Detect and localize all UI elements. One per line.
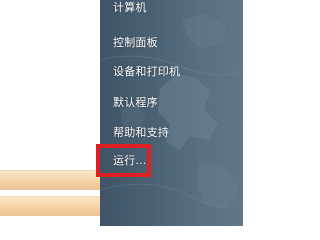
menu-item-help-and-support[interactable]: 帮助和支持: [113, 124, 169, 140]
run-highlight-box: [96, 144, 151, 177]
program-list-item[interactable]: [0, 196, 100, 216]
menu-item-computer[interactable]: 计算机: [113, 0, 147, 15]
program-list-pane: [0, 0, 100, 226]
menu-item-devices-and-printers[interactable]: 设备和打印机: [113, 63, 180, 79]
menu-item-control-panel[interactable]: 控制面板: [113, 34, 158, 50]
menu-item-default-programs[interactable]: 默认程序: [113, 94, 158, 110]
start-menu-right-pane: 计算机 控制面板 设备和打印机 默认程序 帮助和支持 运行...: [100, 0, 243, 226]
program-list-item[interactable]: [0, 170, 100, 190]
